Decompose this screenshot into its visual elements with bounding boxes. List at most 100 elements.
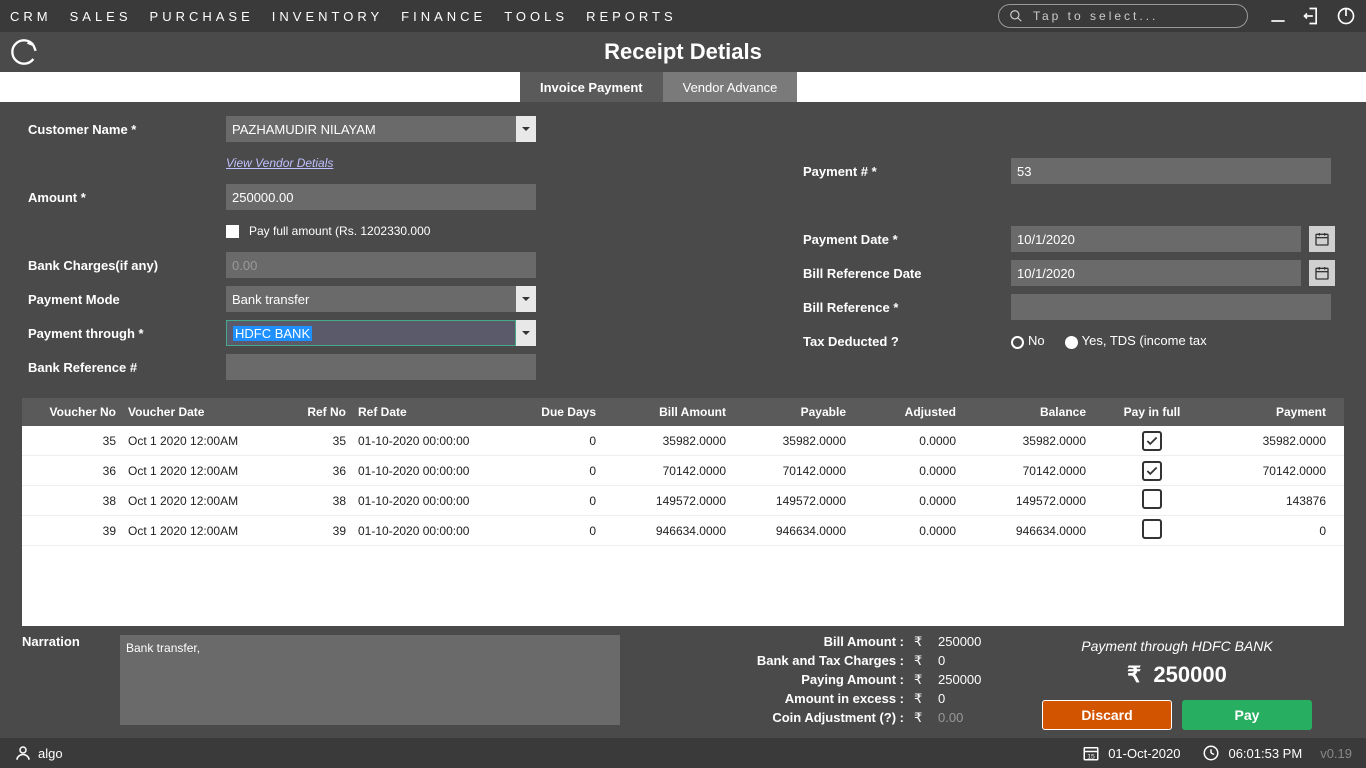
bank-charges-input[interactable]: 0.00: [226, 252, 536, 278]
pay-in-full-checkbox[interactable]: [1142, 431, 1162, 451]
bank-reference-input[interactable]: [226, 354, 536, 380]
payment-through-label: Payment through *: [28, 326, 218, 341]
payment-mode-select[interactable]: Bank transfer: [226, 286, 516, 312]
page-title: Receipt Detials: [604, 39, 762, 65]
summary-bank-tax-value: 0: [938, 653, 996, 669]
form-area: Customer Name * PAZHAMUDIR NILAYAM View …: [0, 102, 1366, 386]
table-row[interactable]: 36Oct 1 2020 12:00AM3601-10-2020 00:00:0…: [22, 456, 1344, 486]
status-time: 06:01:53 PM: [1228, 746, 1302, 761]
bill-ref-date-label: Bill Reference Date: [803, 266, 1003, 281]
payment-date-input[interactable]: 10/1/2020: [1011, 226, 1301, 252]
menu-sales[interactable]: SALES: [70, 9, 132, 24]
bill-ref-date-calendar-icon[interactable]: [1309, 260, 1335, 286]
payment-no-input[interactable]: 53: [1011, 158, 1331, 184]
amount-label: Amount *: [28, 190, 218, 205]
tax-deducted-label: Tax Deducted ?: [803, 334, 1003, 349]
pay-button[interactable]: Pay: [1182, 700, 1312, 730]
power-icon[interactable]: [1336, 6, 1356, 26]
discard-button[interactable]: Discard: [1042, 700, 1172, 730]
menu-tools[interactable]: TOOLS: [504, 9, 568, 24]
col-payable: Payable: [732, 405, 852, 419]
summary-excess-value: 0: [938, 691, 996, 707]
summary-paying-value: 250000: [938, 672, 996, 688]
tax-yes-radio[interactable]: Yes, TDS (income tax: [1065, 333, 1207, 348]
col-pay-in-full: Pay in full: [1092, 405, 1212, 419]
bill-ref-label: Bill Reference *: [803, 300, 1003, 315]
menu-inventory[interactable]: INVENTORY: [272, 9, 383, 24]
search-placeholder: Tap to select...: [1033, 9, 1158, 23]
logout-icon[interactable]: [1302, 6, 1322, 26]
voucher-table: Voucher No Voucher Date Ref No Ref Date …: [22, 398, 1344, 626]
col-adjusted: Adjusted: [852, 405, 962, 419]
col-ref-date: Ref Date: [352, 405, 502, 419]
search-icon: [1009, 9, 1023, 23]
col-payment: Payment: [1212, 405, 1332, 419]
clock-icon: [1202, 744, 1220, 762]
summary-bank-tax-label: Bank and Tax Charges :: [757, 653, 904, 669]
pay-full-checkbox[interactable]: [226, 225, 239, 238]
table-row[interactable]: 38Oct 1 2020 12:00AM3801-10-2020 00:00:0…: [22, 486, 1344, 516]
main-menu: CRM SALES PURCHASE INVENTORY FINANCE TOO…: [10, 9, 677, 24]
table-row[interactable]: 39Oct 1 2020 12:00AM3901-10-2020 00:00:0…: [22, 516, 1344, 546]
back-button[interactable]: [10, 38, 38, 66]
narration-input[interactable]: Bank transfer,: [120, 635, 620, 725]
pay-panel: Payment through HDFC BANK ₹ 250000 Disca…: [1010, 634, 1344, 740]
table-header: Voucher No Voucher Date Ref No Ref Date …: [22, 398, 1344, 426]
top-menu-bar: CRM SALES PURCHASE INVENTORY FINANCE TOO…: [0, 0, 1366, 32]
tab-invoice-payment[interactable]: Invoice Payment: [520, 72, 663, 102]
pay-in-full-checkbox[interactable]: [1142, 519, 1162, 539]
menu-purchase[interactable]: PURCHASE: [150, 9, 254, 24]
summary-bill-amount-value: 250000: [938, 634, 996, 650]
payment-mode-dropdown-icon[interactable]: [516, 286, 536, 312]
col-due-days: Due Days: [502, 405, 602, 419]
summary-bill-amount-label: Bill Amount :: [824, 634, 904, 650]
col-bill-amount: Bill Amount: [602, 405, 732, 419]
pay-through-text: Payment through HDFC BANK: [1081, 638, 1272, 654]
svg-text:15: 15: [1087, 753, 1095, 760]
bank-charges-label: Bank Charges(if any): [28, 258, 218, 273]
customer-name-dropdown-icon[interactable]: [516, 116, 536, 142]
pay-in-full-checkbox[interactable]: [1142, 461, 1162, 481]
payment-mode-label: Payment Mode: [28, 292, 218, 307]
payment-no-label: Payment # *: [803, 164, 1003, 179]
customer-name-label: Customer Name *: [28, 122, 218, 137]
search-input[interactable]: Tap to select...: [998, 4, 1248, 28]
table-body[interactable]: 35Oct 1 2020 12:00AM3501-10-2020 00:00:0…: [22, 426, 1344, 626]
status-user: algo: [14, 744, 63, 762]
payment-date-calendar-icon[interactable]: [1309, 226, 1335, 252]
col-voucher-no: Voucher No: [22, 405, 122, 419]
bottom-panel: Narration Bank transfer, Bill Amount :₹2…: [0, 626, 1366, 740]
col-ref-no: Ref No: [262, 405, 352, 419]
summary-coin-value: 0.00: [938, 710, 996, 726]
summary-coin-label: Coin Adjustment (?) :: [772, 710, 904, 726]
summary-panel: Bill Amount :₹250000 Bank and Tax Charge…: [636, 634, 996, 740]
status-bar: algo 15 01-Oct-2020 06:01:53 PM v0.19: [0, 738, 1366, 768]
bill-ref-input[interactable]: [1011, 294, 1331, 320]
summary-excess-label: Amount in excess :: [785, 691, 904, 707]
customer-name-select[interactable]: PAZHAMUDIR NILAYAM: [226, 116, 516, 142]
pay-in-full-checkbox[interactable]: [1142, 489, 1162, 509]
tab-row: Invoice Payment Vendor Advance: [0, 72, 1366, 102]
payment-through-select[interactable]: HDFC BANK: [226, 320, 516, 346]
bill-ref-date-input[interactable]: 10/1/2020: [1011, 260, 1301, 286]
menu-finance[interactable]: FINANCE: [401, 9, 486, 24]
tax-no-radio[interactable]: No: [1011, 333, 1045, 348]
col-balance: Balance: [962, 405, 1092, 419]
pay-full-label: Pay full amount (Rs. 1202330.000: [249, 224, 430, 238]
title-row: Receipt Detials: [0, 32, 1366, 72]
view-vendor-link[interactable]: View Vendor Detials: [226, 156, 333, 170]
menu-crm[interactable]: CRM: [10, 9, 52, 24]
user-icon: [14, 744, 32, 762]
bank-reference-label: Bank Reference #: [28, 360, 218, 375]
payment-through-dropdown-icon[interactable]: [516, 320, 536, 346]
minimize-icon[interactable]: [1268, 6, 1288, 26]
summary-paying-label: Paying Amount :: [801, 672, 904, 688]
status-version: v0.19: [1320, 746, 1352, 761]
status-date: 01-Oct-2020: [1108, 746, 1180, 761]
menu-reports[interactable]: REPORTS: [586, 9, 677, 24]
table-row[interactable]: 35Oct 1 2020 12:00AM3501-10-2020 00:00:0…: [22, 426, 1344, 456]
col-voucher-date: Voucher Date: [122, 405, 262, 419]
amount-input[interactable]: 250000.00: [226, 184, 536, 210]
pay-amount: ₹ 250000: [1127, 662, 1227, 688]
tab-vendor-advance[interactable]: Vendor Advance: [663, 72, 798, 102]
